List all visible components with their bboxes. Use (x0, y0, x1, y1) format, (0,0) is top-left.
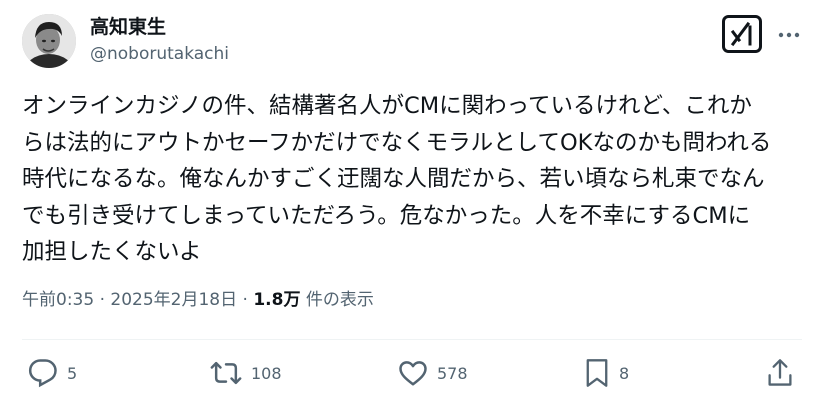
tweet-date[interactable]: 2025年2月18日 (110, 290, 237, 310)
tweet-time[interactable]: 午前0:35 (22, 290, 94, 310)
heart-icon (399, 361, 427, 386)
divider (22, 339, 802, 340)
tweet-text-line: らは法的にアウトかセーフかだけでなくモラルとしてOKなのかも問われる (22, 129, 772, 156)
tweet-text-line: オンラインカジノの件、結構著名人がCMに関わっているけれど、これか (22, 93, 752, 119)
reply-icon (28, 359, 57, 388)
views-count: 1.8万 (253, 290, 301, 310)
bookmark-button[interactable]: 8 (584, 357, 629, 389)
like-button[interactable]: 578 (398, 357, 468, 389)
repost-count: 108 (251, 363, 282, 383)
avatar-photo-icon (22, 14, 76, 68)
author-handle[interactable]: @noborutakachi (90, 43, 229, 65)
views-label: 件の表示 (300, 290, 374, 310)
bookmark-icon (586, 359, 608, 387)
tweet-text-line: でも引き受けてしまっていただろう。危なかった。人を不幸にするCMに (22, 202, 751, 229)
reply-button[interactable]: 5 (28, 357, 77, 389)
share-button[interactable] (766, 357, 794, 389)
like-count: 578 (437, 363, 468, 383)
tweet-text-line: 加担したくないよ (22, 239, 202, 265)
meta-separator: · (237, 290, 254, 310)
repost-icon (210, 361, 242, 385)
reply-count: 5 (67, 363, 78, 383)
tweet-text: オンラインカジノの件、結構著名人がCMに関わっているけれど、これか らは法的にア… (22, 88, 812, 271)
meta-separator: · (94, 290, 111, 310)
share-icon (768, 359, 792, 386)
bookmark-count: 8 (619, 363, 630, 383)
repost-button[interactable]: 108 (210, 357, 282, 389)
tweet-text-line: 時代になるな。俺なんかすごく迂闊な人間だから、若い頃なら札束でなん (22, 166, 765, 192)
grok-icon[interactable] (722, 15, 762, 53)
avatar[interactable] (22, 14, 76, 68)
author-display-name[interactable]: 高知東生 (90, 15, 166, 39)
more-dots-icon[interactable] (776, 22, 802, 48)
tweet-meta: 午前0:35 · 2025年2月18日 · 1.8万 件の表示 (22, 288, 374, 312)
